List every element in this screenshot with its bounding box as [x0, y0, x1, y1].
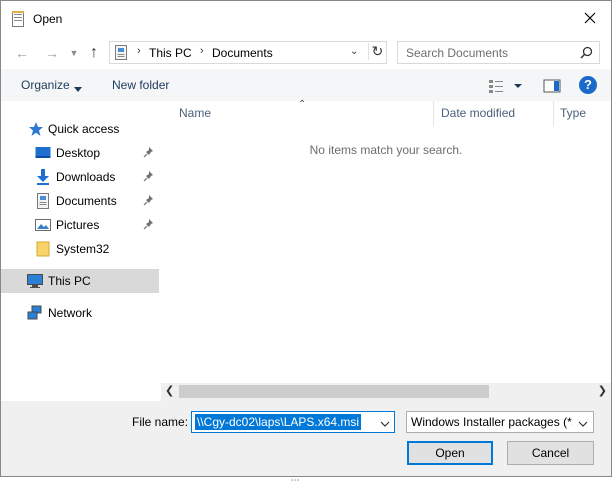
resize-grip-icon[interactable] [291, 471, 299, 481]
nav-item-quick-access[interactable]: Quick access [1, 117, 159, 141]
chevron-down-icon[interactable] [380, 417, 390, 431]
breadcrumb-this-pc[interactable]: This PC [149, 46, 192, 60]
nav-item-desktop[interactable]: Desktop [1, 141, 159, 165]
breadcrumb-separator-icon[interactable]: › [200, 45, 204, 57]
empty-results-message: No items match your search. [309, 143, 463, 157]
change-view-button[interactable] [488, 78, 524, 94]
nav-item-label: System32 [56, 242, 110, 256]
document-icon [35, 193, 51, 209]
sort-ascending-icon: ⌃ [298, 99, 307, 110]
nav-item-label: Desktop [56, 146, 101, 160]
scrollbar-thumb[interactable] [179, 385, 489, 398]
preview-pane-icon [543, 79, 561, 93]
nav-item-label: Quick access [48, 122, 120, 136]
open-file-dialog: Open ← → ▼ ↑ › This PC › Documents ⌄ ↻ S… [0, 0, 612, 481]
breadcrumb-separator-icon[interactable]: › [137, 45, 141, 57]
column-divider[interactable] [433, 101, 434, 127]
nav-item-label: This PC [48, 274, 91, 288]
file-name-label: File name: [132, 415, 189, 429]
column-header-name[interactable]: Name [179, 106, 211, 120]
address-bar[interactable]: › This PC › Documents ⌄ ↻ [109, 41, 387, 64]
file-type-value: Windows Installer packages (*.msi) [411, 415, 573, 429]
nav-item-label: Network [48, 306, 93, 320]
horizontal-scrollbar[interactable]: ❮ ❯ [161, 383, 611, 400]
cancel-button[interactable]: Cancel [507, 441, 594, 465]
file-type-select[interactable]: Windows Installer packages (*.msi) [406, 411, 594, 433]
forward-arrow-icon[interactable]: → [43, 44, 61, 62]
preview-pane-button[interactable] [543, 78, 561, 94]
scroll-right-icon[interactable]: ❯ [598, 384, 607, 397]
close-button[interactable] [571, 1, 611, 37]
refresh-icon[interactable]: ↻ [368, 43, 386, 60]
scroll-left-icon[interactable]: ❮ [165, 384, 174, 397]
network-icon [27, 305, 43, 321]
desktop-icon [35, 145, 51, 161]
folder-icon [35, 241, 51, 257]
location-icon [114, 45, 128, 60]
help-button[interactable]: ? [579, 76, 597, 94]
up-arrow-icon[interactable]: ↑ [85, 44, 103, 62]
pin-icon[interactable] [143, 194, 155, 206]
search-icon[interactable] [580, 46, 593, 62]
view-options-icon [489, 80, 522, 93]
file-name-input[interactable]: \\Cgy-dc02\laps\LAPS.x64.msi [195, 414, 362, 430]
file-name-combobox[interactable]: \\Cgy-dc02\laps\LAPS.x64.msi [191, 411, 395, 433]
nav-item-documents[interactable]: Documents [1, 189, 159, 213]
new-folder-button[interactable]: New folder [112, 78, 169, 92]
command-toolbar: Organize New folder ? [1, 69, 611, 101]
dialog-footer: File name: \\Cgy-dc02\laps\LAPS.x64.msi … [1, 401, 611, 481]
column-header-date-modified[interactable]: Date modified [441, 106, 515, 120]
navigation-pane: Quick access Desktop Downloads Documents… [1, 101, 161, 401]
nav-item-label: Documents [56, 194, 117, 208]
pictures-icon [35, 217, 51, 233]
organize-dropdown-icon[interactable] [74, 81, 82, 95]
column-divider[interactable] [553, 101, 554, 127]
nav-item-pictures[interactable]: Pictures [1, 213, 159, 237]
search-box[interactable] [397, 41, 600, 64]
nav-item-system32[interactable]: System32 [1, 237, 159, 261]
back-arrow-icon[interactable]: ← [13, 44, 31, 62]
window-title: Open [33, 12, 63, 26]
address-row: ← → ▼ ↑ › This PC › Documents ⌄ ↻ [1, 37, 611, 69]
address-dropdown-chevron-icon[interactable]: ⌄ [350, 46, 358, 57]
document-icon [11, 11, 25, 27]
star-icon [28, 121, 44, 137]
open-button[interactable]: Open [407, 441, 493, 465]
organize-menu-button[interactable]: Organize [21, 78, 70, 92]
nav-item-label: Pictures [56, 218, 100, 232]
nav-item-downloads[interactable]: Downloads [1, 165, 159, 189]
computer-icon [27, 273, 43, 289]
breadcrumb-documents[interactable]: Documents [212, 46, 273, 60]
nav-item-this-pc[interactable]: This PC [1, 269, 159, 293]
column-header-type[interactable]: Type [560, 106, 586, 120]
close-icon [584, 12, 596, 24]
help-icon: ? [584, 77, 592, 92]
pin-icon[interactable] [143, 146, 155, 158]
file-list: ⌃ Name Date modified Type No items match… [161, 99, 611, 383]
search-input[interactable] [404, 45, 574, 61]
pin-icon[interactable] [143, 170, 155, 182]
title-bar: Open [1, 1, 611, 37]
download-arrow-icon [35, 169, 51, 185]
recent-locations-chevron-icon[interactable]: ▼ [65, 44, 83, 62]
nav-item-label: Downloads [56, 170, 116, 184]
nav-item-network[interactable]: Network [1, 301, 159, 325]
pin-icon[interactable] [143, 218, 155, 230]
chevron-down-icon[interactable] [578, 417, 588, 431]
